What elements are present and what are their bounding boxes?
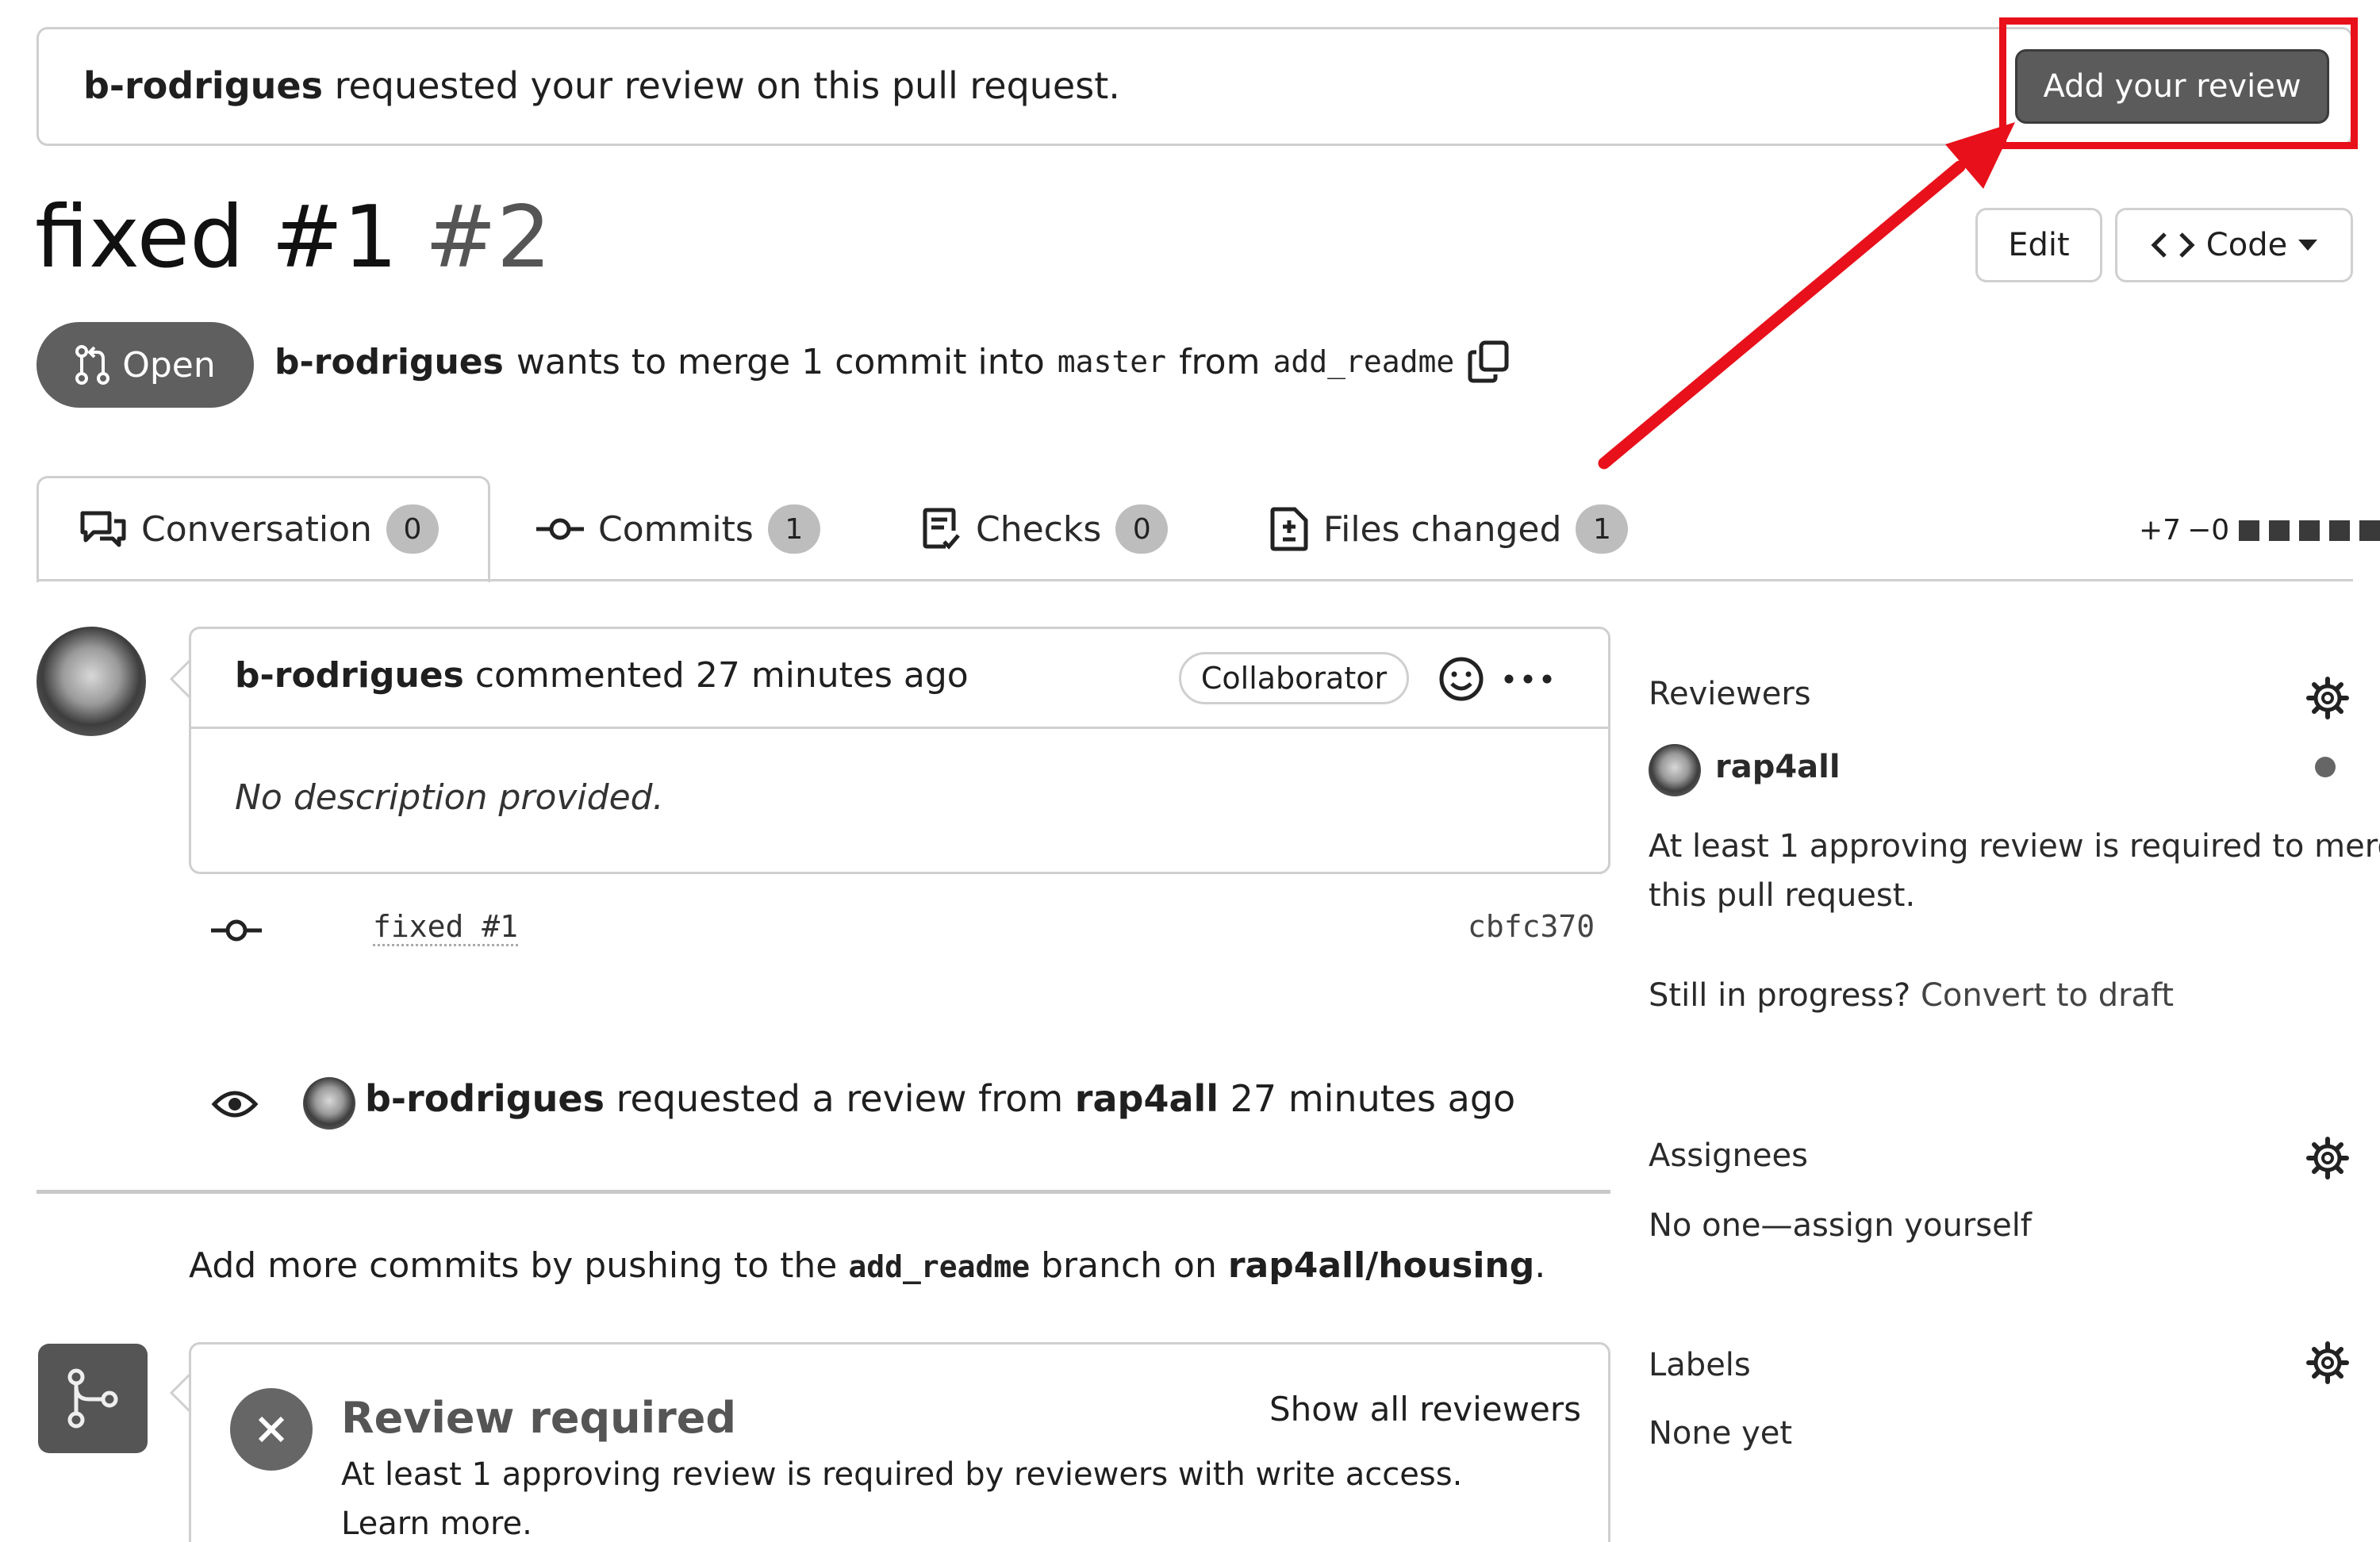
- tab-label: Checks: [976, 508, 1102, 550]
- merge-status-icon-box: [38, 1344, 148, 1453]
- tab-counter: 1: [1576, 504, 1629, 554]
- hint-prefix: Add more commits by pushing to the: [189, 1245, 849, 1286]
- diffstat-block: [2359, 520, 2380, 541]
- merge-text: wants to merge 1 commit into: [516, 341, 1045, 382]
- convert-to-draft-link[interactable]: Convert to draft: [1921, 977, 2174, 1014]
- diffstat: +7 −0: [2139, 514, 2380, 547]
- diffstat-block: [2299, 520, 2320, 541]
- comment-header-divider: [189, 727, 1610, 729]
- event-reviewer[interactable]: rap4all: [1075, 1077, 1219, 1120]
- hint-branch[interactable]: add_readme: [848, 1249, 1030, 1284]
- pr-author-link[interactable]: b-rodrigues: [274, 342, 504, 382]
- status-badge: Open: [36, 322, 254, 408]
- avatar[interactable]: [303, 1077, 355, 1130]
- eye-icon: [211, 1091, 259, 1118]
- timeline-divider: [36, 1190, 1610, 1194]
- comment-body: No description provided.: [235, 777, 664, 818]
- tab-label: Conversation: [141, 508, 372, 550]
- avatar[interactable]: [1649, 744, 1701, 796]
- approval-note: At least 1 approving review is required …: [1649, 828, 2380, 865]
- commit-message[interactable]: fixed #1: [373, 909, 519, 946]
- tab-counter: 1: [767, 504, 820, 554]
- code-icon: [2151, 232, 2195, 258]
- tab-checks[interactable]: Checks 0: [922, 504, 1169, 554]
- tab-label: Commits: [598, 508, 754, 550]
- additions-count: +7: [2139, 514, 2182, 547]
- file-diff-icon: [1270, 507, 1308, 551]
- code-button-label: Code: [2205, 227, 2288, 263]
- collaborator-badge: Collaborator: [1179, 652, 1409, 704]
- commit-icon: [536, 518, 584, 540]
- deletions-count: −0: [2187, 514, 2230, 547]
- tab-conversation[interactable]: Conversation 0: [79, 504, 439, 554]
- banner-message-text: requested your review on this pull reque…: [322, 64, 1120, 107]
- show-all-reviewers-link[interactable]: Show all reviewers: [1269, 1390, 1581, 1429]
- pull-request-icon: [75, 345, 110, 385]
- caret-down-icon: [2298, 240, 2318, 251]
- base-branch[interactable]: master: [1058, 344, 1166, 379]
- labels-value: None yet: [1649, 1415, 1793, 1452]
- checklist-icon: [923, 508, 960, 550]
- diffstat-block: [2329, 520, 2351, 541]
- gear-icon[interactable]: [2305, 1341, 2350, 1385]
- tab-commits[interactable]: Commits 1: [536, 504, 820, 554]
- head-branch[interactable]: add_readme: [1273, 344, 1454, 379]
- event-text: requested a review from: [604, 1077, 1075, 1120]
- kebab-horizontal-icon[interactable]: [1503, 671, 1553, 687]
- commit-sha[interactable]: cbfc370: [1468, 909, 1595, 944]
- hint-suffix: .: [1534, 1245, 1546, 1286]
- git-merge-icon: [67, 1368, 118, 1429]
- hint-middle: branch on: [1030, 1245, 1228, 1286]
- assign-yourself-link[interactable]: No one—assign yourself: [1649, 1207, 2032, 1244]
- reviewers-heading[interactable]: Reviewers: [1649, 676, 1811, 712]
- tab-files-changed[interactable]: Files changed 1: [1269, 504, 1629, 554]
- approval-note-continued: this pull request.: [1649, 877, 1916, 914]
- edit-button[interactable]: Edit: [1975, 208, 2102, 282]
- tab-counter: 0: [386, 504, 439, 554]
- merge-summary: b-rodrigues wants to merge 1 commit into…: [274, 339, 1511, 384]
- comment-action: commented 27 minutes ago: [463, 655, 969, 696]
- tab-label: Files changed: [1323, 508, 1562, 550]
- commit-icon: [211, 919, 262, 942]
- labels-heading[interactable]: Labels: [1649, 1347, 1751, 1383]
- diffstat-block: [2269, 520, 2290, 541]
- diffstat-block: [2239, 520, 2260, 541]
- reviewer-status-dot: [2315, 757, 2336, 777]
- copy-icon[interactable]: [1467, 339, 1511, 384]
- code-button[interactable]: Code: [2115, 208, 2353, 282]
- review-required-description: At least 1 approving review is required …: [341, 1456, 1463, 1493]
- event-time: 27 minutes ago: [1219, 1077, 1516, 1120]
- status-label: Open: [122, 344, 216, 386]
- comment-author[interactable]: b-rodrigues: [235, 655, 464, 696]
- annotation-arrow: [1598, 122, 2015, 470]
- pr-title-text: fixed #1: [35, 188, 398, 287]
- event-actor[interactable]: b-rodrigues: [365, 1077, 605, 1120]
- comment-header: b-rodrigues commented 27 minutes ago: [235, 655, 969, 696]
- learn-more-link[interactable]: Learn more.: [341, 1506, 532, 1542]
- review-required-status: [230, 1388, 313, 1471]
- draft-prefix: Still in progress?: [1649, 977, 1921, 1014]
- hint-repo[interactable]: rap4all/housing: [1228, 1245, 1534, 1286]
- from-text: from: [1179, 341, 1261, 382]
- gear-icon[interactable]: [2305, 1136, 2350, 1180]
- gear-icon[interactable]: [2305, 676, 2350, 720]
- pr-number: #2: [424, 188, 551, 287]
- banner-requester[interactable]: b-rodrigues: [83, 64, 323, 107]
- tabs-divider: [36, 579, 2353, 581]
- annotation-highlight-box: [1999, 17, 2358, 149]
- banner-message: b-rodrigues requested your review on thi…: [83, 64, 1120, 107]
- review-required-title: Review required: [341, 1393, 736, 1443]
- page-title: fixed #1 #2: [35, 195, 551, 281]
- draft-prompt: Still in progress? Convert to draft: [1649, 977, 2174, 1014]
- review-request-event: b-rodrigues requested a review from rap4…: [365, 1077, 1515, 1120]
- comment-discussion-icon: [80, 511, 126, 547]
- x-icon: [258, 1416, 285, 1443]
- smiley-icon[interactable]: [1438, 655, 1485, 703]
- reviewer-name[interactable]: rap4all: [1715, 749, 1841, 785]
- add-commits-hint: Add more commits by pushing to the add_r…: [189, 1245, 1545, 1286]
- avatar[interactable]: [36, 627, 146, 736]
- assignees-heading[interactable]: Assignees: [1649, 1137, 1808, 1174]
- tab-counter: 0: [1115, 504, 1169, 554]
